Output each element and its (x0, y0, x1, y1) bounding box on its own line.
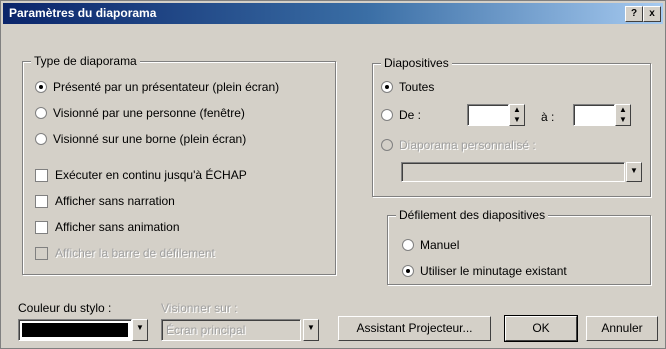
show-on-chevron-down-icon: ▼ (303, 319, 319, 341)
radio-all-slides-indicator[interactable] (381, 81, 393, 93)
radio-manual-label: Manuel (420, 238, 460, 252)
to-label: à : (541, 110, 555, 124)
checkbox-no-narration[interactable]: Afficher sans narration (35, 194, 175, 208)
radio-kiosk-indicator[interactable] (35, 133, 47, 145)
pen-color-picker[interactable] (18, 319, 132, 341)
radio-use-timings-indicator[interactable] (402, 265, 414, 277)
from-slide-stepper[interactable]: ▲ ▼ (509, 104, 525, 126)
advance-legend: Défilement des diapositives (396, 208, 549, 222)
advance-group: Défilement des diapositives Manuel Utili… (387, 208, 651, 285)
checkbox-scrollbar-label: Afficher la barre de défilement (55, 246, 215, 260)
checkbox-loop[interactable]: Exécuter en continu jusqu'à ÉCHAP (35, 168, 247, 182)
close-icon[interactable]: x (643, 6, 661, 22)
show-on-value: Écran principal (166, 323, 246, 337)
checkbox-no-narration-label: Afficher sans narration (55, 194, 175, 208)
slides-group: Diapositives Toutes De : ▲ ▼ à : ▲ ▼ Dia… (372, 56, 651, 197)
to-down-arrow-icon[interactable]: ▼ (616, 115, 630, 125)
radio-custom-show-label: Diaporama personnalisé : (399, 138, 536, 152)
to-slide-stepper[interactable]: ▲ ▼ (615, 104, 631, 126)
slideshow-type-legend: Type de diaporama (31, 54, 140, 68)
radio-presenter-indicator[interactable] (35, 81, 47, 93)
pen-color-label: Couleur du stylo : (18, 301, 112, 315)
projector-wizard-button[interactable]: Assistant Projecteur... (338, 316, 491, 341)
custom-show-dropdown (401, 162, 625, 182)
radio-manual[interactable]: Manuel (402, 238, 459, 252)
checkbox-scrollbar: Afficher la barre de défilement (35, 246, 215, 260)
title-bar: Paramètres du diaporama ? x (3, 3, 663, 24)
radio-use-timings[interactable]: Utiliser le minutage existant (402, 264, 567, 278)
help-icon[interactable]: ? (625, 6, 643, 22)
radio-kiosk-label: Visionné sur une borne (plein écran) (53, 132, 247, 146)
radio-custom-show-indicator (381, 139, 393, 151)
radio-kiosk[interactable]: Visionné sur une borne (plein écran) (35, 132, 246, 146)
slides-legend: Diapositives (381, 56, 452, 70)
checkbox-loop-label: Exécuter en continu jusqu'à ÉCHAP (55, 168, 247, 182)
show-on-label: Visionner sur : (161, 301, 238, 315)
checkbox-no-animation-label: Afficher sans animation (55, 220, 180, 234)
checkbox-no-animation[interactable]: Afficher sans animation (35, 220, 180, 234)
checkbox-loop-box[interactable] (35, 168, 48, 182)
show-on-dropdown: Écran principal (161, 319, 301, 341)
from-up-arrow-icon[interactable]: ▲ (510, 105, 524, 115)
ok-button[interactable]: OK (504, 315, 578, 342)
radio-from[interactable]: De : (381, 108, 421, 122)
custom-show-chevron-down-icon: ▼ (626, 162, 642, 182)
to-slide-input[interactable] (573, 104, 615, 126)
radio-individual[interactable]: Visionné par une personne (fenêtre) (35, 106, 245, 120)
window-title: Paramètres du diaporama (9, 6, 157, 20)
checkbox-no-animation-box[interactable] (35, 220, 48, 234)
radio-from-indicator[interactable] (381, 109, 393, 121)
radio-individual-label: Visionné par une personne (fenêtre) (53, 106, 245, 120)
radio-presenter[interactable]: Présenté par un présentateur (plein écra… (35, 80, 279, 94)
radio-from-label: De : (399, 108, 422, 122)
to-up-arrow-icon[interactable]: ▲ (616, 105, 630, 115)
radio-presenter-label: Présenté par un présentateur (plein écra… (53, 80, 280, 94)
from-slide-input[interactable] (467, 104, 509, 126)
slideshow-settings-dialog: Paramètres du diaporama ? x Type de diap… (0, 0, 666, 349)
slideshow-type-group: Type de diaporama Présenté par un présen… (22, 54, 336, 275)
radio-all-slides[interactable]: Toutes (381, 80, 434, 94)
checkbox-scrollbar-box (35, 246, 48, 260)
radio-use-timings-label: Utiliser le minutage existant (420, 264, 567, 278)
from-down-arrow-icon[interactable]: ▼ (510, 115, 524, 125)
pen-color-chevron-down-icon[interactable]: ▼ (132, 319, 148, 341)
checkbox-no-narration-box[interactable] (35, 194, 48, 208)
radio-individual-indicator[interactable] (35, 107, 47, 119)
cancel-button[interactable]: Annuler (586, 316, 658, 341)
radio-manual-indicator[interactable] (402, 239, 414, 251)
radio-all-slides-label: Toutes (399, 80, 435, 94)
radio-custom-show: Diaporama personnalisé : (381, 138, 536, 152)
pen-color-swatch (22, 323, 128, 337)
